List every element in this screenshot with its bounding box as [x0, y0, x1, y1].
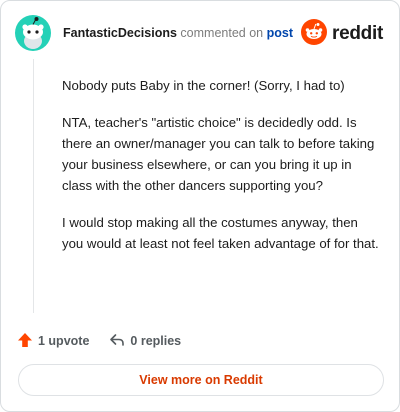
user-avatar-icon[interactable]	[15, 15, 51, 51]
post-link[interactable]: post	[267, 26, 293, 40]
username-link[interactable]: FantasticDecisions	[63, 26, 177, 40]
view-more-on-reddit-button[interactable]: View more on Reddit	[18, 364, 384, 396]
reddit-logo-icon	[301, 18, 328, 50]
upvote-button[interactable]: 1 upvote	[17, 332, 89, 351]
comment-paragraph: I would stop making all the costumes any…	[62, 215, 379, 251]
upvote-arrow-icon	[17, 332, 33, 351]
comment-paragraph: NTA, teacher's "artistic choice" is deci…	[62, 115, 375, 193]
replies-button[interactable]: 0 replies	[109, 332, 181, 351]
replies-count: 0 replies	[130, 334, 182, 348]
commented-on-label: commented on	[180, 26, 264, 40]
thread-line	[33, 59, 34, 313]
comment-paragraph: Nobody puts Baby in the corner! (Sorry, …	[62, 78, 345, 93]
reddit-wordmark: reddit	[332, 23, 383, 44]
comment-header: FantasticDecisions commented on post red…	[15, 15, 385, 53]
upvote-count: 1 upvote	[38, 334, 90, 348]
comment-body: Nobody puts Baby in the corner! (Sorry, …	[62, 75, 380, 270]
reddit-brand[interactable]: reddit	[301, 18, 383, 50]
comment-meta: FantasticDecisions commented on post	[63, 26, 293, 40]
comment-actions: 1 upvote 0 replies	[17, 331, 181, 351]
reply-arrow-icon	[109, 332, 125, 351]
comment-embed-card: FantasticDecisions commented on post red…	[0, 0, 400, 412]
